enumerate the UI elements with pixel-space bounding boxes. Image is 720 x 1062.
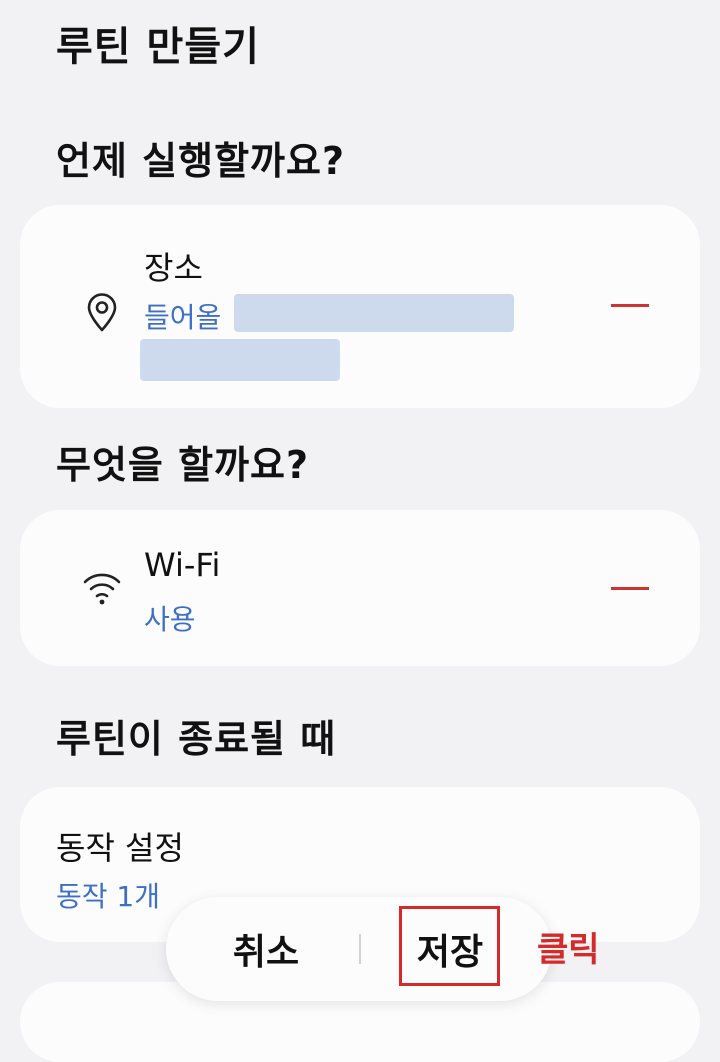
page-title: 루틴 만들기 (56, 24, 260, 70)
bottom-bar-divider (359, 934, 361, 964)
what-section-heading: 무엇을 할까요? (56, 443, 310, 487)
cancel-button[interactable]: 취소 (186, 897, 346, 1001)
wifi-icon (80, 566, 124, 610)
condition-title: 장소 (144, 249, 203, 287)
click-annotation: 클릭 (537, 930, 600, 970)
minus-icon (611, 303, 649, 307)
end-action-title: 동작 설정 (56, 829, 184, 867)
save-highlight-box (399, 906, 500, 986)
location-pin-icon (80, 291, 124, 335)
condition-card-location[interactable]: 장소 들어올 (20, 205, 700, 408)
action-card-wifi[interactable]: Wi-Fi 사용 (20, 510, 700, 666)
redacted-location-block (234, 294, 514, 332)
action-title: Wi-Fi (144, 546, 221, 584)
end-section-heading: 루틴이 종료될 때 (56, 717, 337, 761)
when-section-heading: 언제 실행할까요? (56, 139, 345, 183)
action-subtitle: 사용 (144, 603, 196, 636)
minus-icon (611, 586, 649, 590)
remove-action-button[interactable] (600, 566, 660, 610)
redacted-location-block-2 (140, 339, 340, 381)
remove-condition-button[interactable] (600, 283, 660, 327)
end-action-subtitle: 동작 1개 (56, 880, 160, 913)
condition-subtitle: 들어올 (144, 301, 222, 334)
